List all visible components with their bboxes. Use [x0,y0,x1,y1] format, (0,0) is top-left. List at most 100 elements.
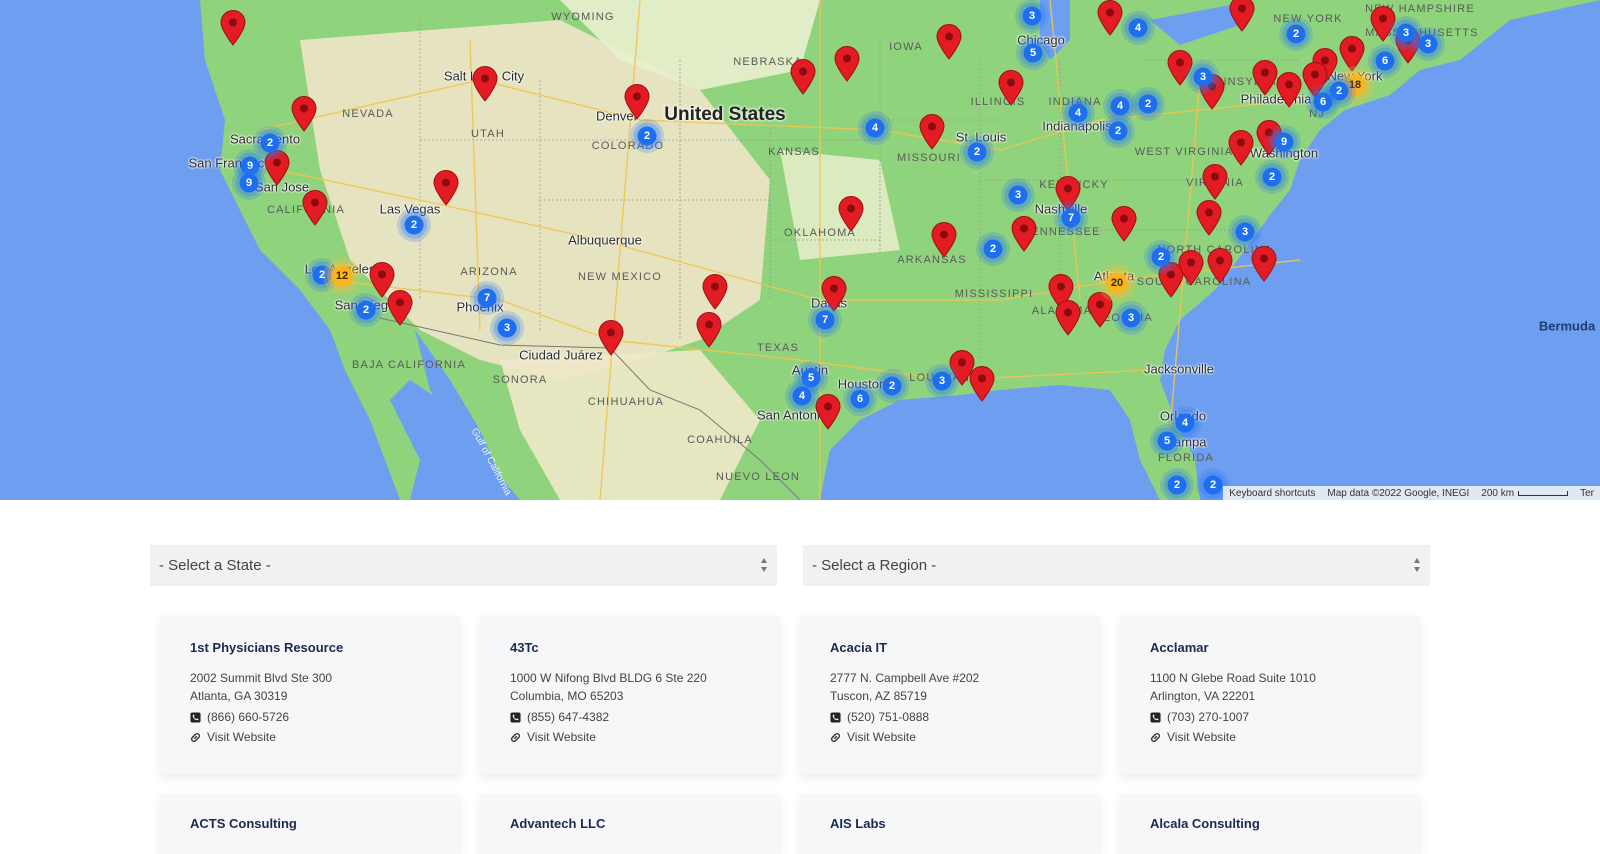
partner-phone[interactable]: (520) 751-0888 [830,710,1070,724]
map-cluster[interactable]: 2 [1131,87,1165,121]
map-marker-icon[interactable] [1196,200,1222,236]
keyboard-shortcuts-link[interactable]: Keyboard shortcuts [1229,488,1315,499]
map-marker-icon[interactable] [1178,250,1204,286]
map-label: KANSAS [768,146,820,158]
map-cluster[interactable]: 4 [785,379,819,413]
map-cluster[interactable]: 2 [976,232,1010,266]
map-marker-icon[interactable] [387,290,413,326]
map-cluster[interactable]: 9 [232,166,266,200]
map-marker-icon[interactable] [598,320,624,356]
map-cluster[interactable]: 6 [1306,85,1340,119]
map-cluster[interactable]: 2 [1160,468,1194,500]
map-cluster[interactable]: 5 [1016,36,1050,70]
map-cluster-count: 2 [1114,125,1122,137]
map-cluster[interactable]: 3 [1001,178,1035,212]
map-marker-icon[interactable] [220,10,246,46]
map-cluster[interactable]: 2 [349,293,383,327]
map-scale[interactable]: 200 km [1481,488,1569,499]
visit-website-link[interactable]: Visit Website [1150,730,1390,744]
map-marker-icon[interactable] [696,312,722,348]
map-marker-icon[interactable] [1229,0,1255,32]
map-cluster[interactable]: 12 [323,257,361,295]
map-cluster[interactable]: 2 [630,119,664,153]
map-cluster[interactable]: 2 [1279,17,1313,51]
map-cluster[interactable]: 6 [843,382,877,416]
map-marker-icon[interactable] [1251,246,1277,282]
map-cluster[interactable]: 6 [1368,44,1402,78]
map-marker-icon[interactable] [834,46,860,82]
visit-website-label: Visit Website [847,730,916,744]
map-cluster[interactable]: 9 [1267,125,1301,159]
visit-website-link[interactable]: Visit Website [510,730,750,744]
map-marker-icon[interactable] [1011,216,1037,252]
map-marker-icon[interactable] [790,59,816,95]
map-marker-icon[interactable] [919,114,945,150]
terms-link[interactable]: Ter [1580,488,1594,499]
locations-map[interactable]: WYOMING NEBRASKA IOWA NEVADA UTAH COLORADO KAN… [0,0,1600,500]
map-cluster-count: 6 [1319,96,1327,108]
partner-phone[interactable]: (855) 647-4382 [510,710,750,724]
map-marker-icon[interactable] [1207,248,1233,284]
map-cluster[interactable]: 4 [1061,96,1095,130]
map-marker-icon[interactable] [1252,60,1278,96]
state-select[interactable]: - Select a State - [150,545,777,586]
map-cluster[interactable]: 2 [1101,114,1135,148]
map-cluster[interactable]: 2 [960,135,994,169]
map-cluster[interactable]: 2 [1255,160,1289,194]
map-cluster-count: 5 [1029,47,1037,59]
visit-website-link[interactable]: Visit Website [830,730,1070,744]
region-select[interactable]: - Select a Region - [803,545,1430,586]
map-cluster-count: 2 [266,137,274,149]
map-marker-icon[interactable] [815,394,841,430]
partner-phone[interactable]: (866) 660-5726 [190,710,430,724]
map-marker-icon[interactable] [1276,72,1302,108]
partner-address-line1: 1000 W Nifong Blvd BLDG 6 Ste 220 [510,671,707,685]
map-cluster-count: 4 [1181,417,1189,429]
map-cluster[interactable]: 5 [1150,424,1184,458]
map-label: MISSOURI [897,152,961,164]
map-cluster-count: 3 [1424,38,1432,50]
map-cluster[interactable]: 4 [858,111,892,145]
map-marker-icon[interactable] [1055,300,1081,336]
map-marker-icon[interactable] [969,366,995,402]
map-cluster[interactable]: 20 [1098,264,1136,302]
map-cluster[interactable]: 3 [1015,0,1049,33]
map-marker-icon[interactable] [433,170,459,206]
map-cluster[interactable]: 3 [1186,60,1220,94]
map-marker-icon[interactable] [1228,130,1254,166]
map-cluster[interactable]: 7 [808,303,842,337]
map-cluster[interactable]: 3 [925,364,959,398]
map-marker-icon[interactable] [936,24,962,60]
map-marker-icon[interactable] [838,196,864,232]
partner-address-line2: Columbia, MO 65203 [510,689,624,703]
map-cluster[interactable]: 3 [490,311,524,345]
partner-card: 1st Physicians Resource 2002 Summit Blvd… [160,616,460,774]
map-cluster-count: 4 [1116,100,1124,112]
map-cluster[interactable]: 7 [470,281,504,315]
map-cluster[interactable]: 2 [1144,240,1178,274]
map-marker-icon[interactable] [1202,164,1228,200]
map-marker-icon[interactable] [291,96,317,132]
map-marker-icon[interactable] [472,66,498,102]
map-label: TEXAS [756,342,800,354]
map-marker-icon[interactable] [702,274,728,310]
map-marker-icon[interactable] [624,84,650,120]
map-cluster[interactable]: 2 [397,208,431,242]
map-data-credit[interactable]: Map data ©2022 Google, INEGI [1327,488,1469,499]
map-marker-icon[interactable] [302,190,328,226]
link-icon [511,732,520,742]
partner-phone-number: (866) 660-5726 [207,710,290,724]
partner-phone[interactable]: (703) 270-1007 [1150,710,1390,724]
map-marker-icon[interactable] [931,222,957,258]
map-marker-icon[interactable] [1111,206,1137,242]
phone-icon [190,711,201,723]
map-marker-icon[interactable] [998,70,1024,106]
map-cluster[interactable]: 3 [1228,215,1262,249]
map-cluster[interactable]: 3 [1114,301,1148,335]
map-marker-icon[interactable] [1097,0,1123,36]
map-cluster[interactable]: 3 [1411,27,1445,61]
map-cluster[interactable]: 2 [875,369,909,403]
visit-website-link[interactable]: Visit Website [190,730,430,744]
map-cluster[interactable]: 4 [1121,11,1155,45]
map-cluster[interactable]: 7 [1054,201,1088,235]
